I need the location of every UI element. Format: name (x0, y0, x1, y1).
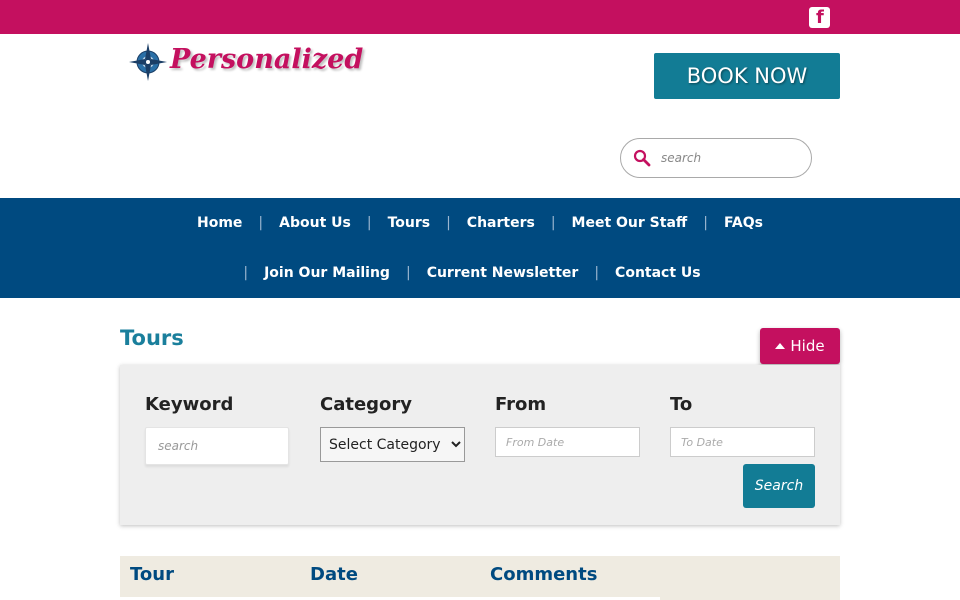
main-navigation: Home | About Us | Tours | Charters | Mee… (0, 198, 960, 298)
nav-faqs[interactable]: FAQs (708, 215, 779, 231)
facebook-icon[interactable]: f (809, 7, 830, 28)
tour-filter-panel: Keyword Category Select Category From To… (120, 365, 840, 525)
nav-meet-our-staff[interactable]: Meet Our Staff (556, 215, 704, 231)
keyword-input[interactable] (145, 427, 289, 465)
category-label: Category (320, 394, 413, 415)
to-label: To (670, 394, 693, 415)
page-title: Tours (120, 326, 184, 350)
nav-tours[interactable]: Tours (372, 215, 447, 231)
column-header-comments: Comments (490, 564, 598, 585)
column-header-date: Date (310, 564, 358, 585)
nav-contact-us[interactable]: Contact Us (599, 265, 717, 281)
nav-join-our-mailing[interactable]: Join Our Mailing (248, 265, 406, 281)
category-select[interactable]: Select Category (320, 427, 465, 462)
header-search[interactable] (620, 138, 812, 178)
book-now-button[interactable]: BOOK NOW (654, 53, 840, 99)
from-date-input[interactable] (495, 427, 640, 457)
from-label: From (495, 394, 547, 415)
hide-filters-button[interactable]: Hide (760, 328, 840, 364)
nav-charters[interactable]: Charters (451, 215, 551, 231)
header-search-input[interactable] (661, 148, 801, 168)
search-icon (633, 149, 651, 167)
compass-emblem-icon (129, 43, 167, 81)
keyword-label: Keyword (145, 394, 234, 415)
caret-up-icon (775, 343, 786, 349)
nav-home[interactable]: Home (181, 215, 258, 231)
site-logo[interactable]: Personalized (128, 42, 363, 82)
nav-about-us[interactable]: About Us (263, 215, 367, 231)
nav-current-newsletter[interactable]: Current Newsletter (411, 265, 595, 281)
column-header-tour: Tour (130, 564, 174, 585)
tours-table-header: Tour Date Comments (120, 556, 840, 600)
hide-button-label: Hide (790, 337, 825, 355)
top-bar: f (0, 0, 960, 34)
search-button[interactable]: Search (743, 464, 815, 508)
to-date-input[interactable] (670, 427, 815, 457)
logo-text: Personalized (170, 44, 364, 75)
